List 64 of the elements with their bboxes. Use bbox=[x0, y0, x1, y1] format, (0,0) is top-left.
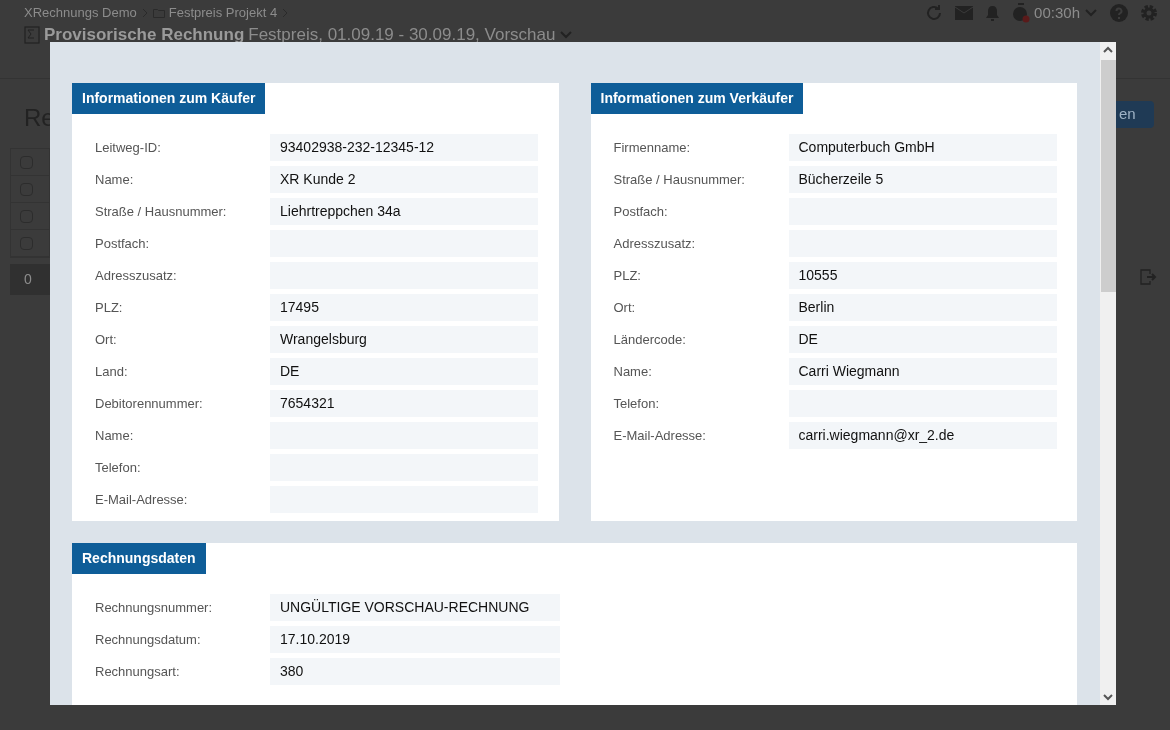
chevron-down-icon[interactable] bbox=[559, 29, 574, 40]
field-value: 10555 bbox=[788, 262, 1057, 289]
field-label: Straße / Hausnummer: bbox=[94, 202, 228, 221]
field-label: E-Mail-Adresse: bbox=[94, 490, 189, 509]
field-label: Name: bbox=[94, 170, 135, 189]
field-label: Adresszusatz: bbox=[94, 266, 178, 285]
primary-button[interactable]: en bbox=[1116, 101, 1154, 128]
timer-text[interactable]: 00:30h bbox=[1034, 2, 1080, 25]
field-label: Adresszusatz: bbox=[612, 234, 697, 253]
help-icon[interactable] bbox=[1110, 4, 1128, 23]
field-value: DE bbox=[788, 326, 1057, 353]
field-label: Rechnungsnummer: bbox=[94, 598, 214, 617]
field-label: Firmenname: bbox=[612, 138, 692, 157]
section-title: Informationen zum Käufer bbox=[72, 83, 266, 114]
field-value: 93402938-232-12345-12 bbox=[270, 134, 538, 161]
field-label: Rechnungsart: bbox=[94, 662, 181, 681]
bell-icon[interactable] bbox=[985, 4, 1001, 22]
field-value: 17495 bbox=[270, 294, 538, 321]
field-label: E-Mail-Adresse: bbox=[612, 426, 707, 445]
field-label: PLZ: bbox=[612, 266, 642, 285]
field-label: Ort: bbox=[94, 330, 118, 349]
field-value: 17.10.2019 bbox=[270, 626, 560, 653]
field-label: Telefon: bbox=[94, 458, 142, 477]
field-label: Postfach: bbox=[612, 202, 669, 221]
field-label: Telefon: bbox=[612, 394, 661, 413]
field-label: Name: bbox=[612, 362, 653, 381]
invoice-icon bbox=[24, 25, 40, 44]
field-value: Bücherzeile 5 bbox=[788, 166, 1057, 193]
field-value: Wrangelsburg bbox=[270, 326, 538, 353]
field-value: UNGÜLTIGE VORSCHAU-RECHNUNG bbox=[270, 594, 560, 621]
field-value: carri.wiegmann@xr_2.de bbox=[788, 422, 1057, 449]
count-badge: 0 bbox=[10, 264, 50, 295]
refresh-icon[interactable] bbox=[925, 4, 944, 23]
breadcrumb-link[interactable]: XRechnungs Demo bbox=[24, 3, 137, 23]
export-icon[interactable] bbox=[1140, 269, 1157, 285]
page-subtitle: Festpreis, 01.09.19 - 30.09.19, Vorschau bbox=[248, 24, 556, 45]
field-label: Rechnungsdatum: bbox=[94, 630, 202, 649]
scrollbar[interactable] bbox=[1100, 42, 1116, 705]
field-label: Land: bbox=[94, 362, 129, 381]
field-label: Leitweg-ID: bbox=[94, 138, 162, 157]
field-value: DE bbox=[270, 358, 538, 385]
chevron-down-icon[interactable] bbox=[1084, 8, 1098, 19]
field-label: Name: bbox=[94, 426, 135, 445]
field-value: Computerbuch GmbH bbox=[788, 134, 1057, 161]
section-title: Informationen zum Verkäufer bbox=[590, 83, 804, 114]
field-label: Straße / Hausnummer: bbox=[612, 170, 746, 189]
field-value: Carri Wiegmann bbox=[788, 358, 1057, 385]
stopwatch-icon[interactable] bbox=[1012, 3, 1031, 24]
field-value: 7654321 bbox=[270, 390, 538, 417]
field-label: Ländercode: bbox=[612, 330, 687, 349]
field-value: 380 bbox=[270, 658, 560, 685]
field-value: Berlin bbox=[788, 294, 1057, 321]
scrollbar-thumb[interactable] bbox=[1100, 60, 1116, 292]
section-title: Rechnungsdaten bbox=[72, 543, 206, 574]
mail-icon[interactable] bbox=[955, 6, 974, 21]
page-title: Provisorische Rechnung bbox=[44, 24, 245, 45]
field-label: Ort: bbox=[612, 298, 637, 317]
settings-icon[interactable] bbox=[1140, 4, 1158, 23]
field-value: Liehrtreppchen 34a bbox=[270, 198, 538, 225]
field-label: PLZ: bbox=[94, 298, 124, 317]
field-label: Debitorennummer: bbox=[94, 394, 204, 413]
field-value: XR Kunde 2 bbox=[270, 166, 538, 193]
breadcrumb-link[interactable]: Festpreis Projekt 4 bbox=[168, 3, 278, 23]
field-label: Postfach: bbox=[94, 234, 151, 253]
